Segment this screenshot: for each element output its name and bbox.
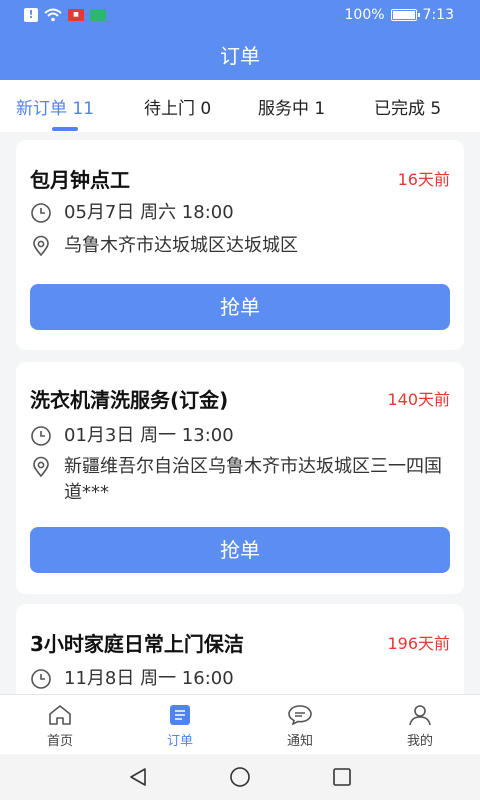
order-card[interactable]: 包月钟点工 16天前 05月7日 周六 18:00 乌鲁木齐市达坂城区达坂城区 … [16,140,464,350]
grab-order-button[interactable]: 抢单 [30,527,450,573]
order-address-row: 乌鲁木齐市达坂城区达坂城区 [30,233,450,259]
system-navigation-bar [0,754,480,800]
tab-pending-visit[interactable]: 待上门 0 [144,94,211,119]
order-time-row: 01月3日 周一 13:00 [30,423,450,449]
order-time: 11月8日 周一 16:00 [64,668,234,689]
order-time-ago: 140天前 [387,390,450,409]
tab-completed[interactable]: 已完成 5 [374,94,441,119]
bottom-navigation: 首页 订单 通知 我的 [0,694,480,754]
location-pin-icon [33,456,49,478]
order-list[interactable]: 包月钟点工 16天前 05月7日 周六 18:00 乌鲁木齐市达坂城区达坂城区 … [0,132,480,694]
clock-icon [31,426,51,446]
status-bar: ! ■ 100% 7:13 [0,0,480,32]
order-title: 包月钟点工 [30,168,130,192]
battery-percentage: 100% [344,7,385,23]
order-address-row: 新疆维吾尔自治区乌鲁木齐市达坂城区三一四国道*** [30,454,450,506]
app-notification-icon: ■ [68,9,84,21]
chat-bubble-icon [288,705,312,726]
battery-level [392,11,415,19]
order-card[interactable]: 3小时家庭日常上门保洁 196天前 11月8日 周一 16:00 [16,604,464,694]
order-title: 洗衣机清洗服务(订金) [30,388,229,412]
order-time-row: 11月8日 周一 16:00 [30,666,450,692]
order-time-row: 05月7日 周六 18:00 [30,200,450,226]
tab-new-orders[interactable]: 新订单 11 [16,94,94,119]
home-icon [49,705,71,725]
nav-home[interactable]: 首页 [20,703,100,749]
order-address: 新疆维吾尔自治区乌鲁木齐市达坂城区三一四国道*** [64,456,442,503]
clock: 7:13 [422,7,454,23]
active-tab-indicator [52,127,78,131]
nav-notifications-label: 通知 [286,734,313,749]
battery-icon [390,9,420,21]
nav-profile[interactable]: 我的 [380,703,460,749]
nav-notifications[interactable]: 通知 [260,703,340,749]
page-title: 订单 [0,32,480,80]
wifi-icon [44,8,62,22]
nav-orders[interactable]: 订单 [140,703,220,749]
orders-icon [170,705,190,725]
recent-apps-icon[interactable] [331,766,353,788]
green-app-icon [90,9,106,21]
nav-orders-label: 订单 [166,734,193,749]
nav-home-label: 首页 [46,734,73,749]
order-address: 乌鲁木齐市达坂城区达坂城区 [64,235,298,256]
order-tabs: 新订单 11 待上门 0 服务中 1 已完成 5 [0,80,480,132]
home-circle-icon[interactable] [228,766,252,788]
grab-order-button[interactable]: 抢单 [30,284,450,330]
order-time: 01月3日 周一 13:00 [64,425,234,446]
location-pin-icon [33,235,49,257]
order-time-ago: 196天前 [387,634,450,653]
clock-icon [31,203,51,223]
alert-icon: ! [24,8,38,22]
order-card[interactable]: 洗衣机清洗服务(订金) 140天前 01月3日 周一 13:00 新疆维吾尔自治… [16,362,464,594]
order-title: 3小时家庭日常上门保洁 [30,632,244,656]
back-icon[interactable] [127,766,149,788]
tab-in-service[interactable]: 服务中 1 [258,94,325,119]
order-time-ago: 16天前 [397,170,450,189]
order-time: 05月7日 周六 18:00 [64,202,234,223]
profile-icon [409,705,431,726]
nav-profile-label: 我的 [406,734,433,749]
clock-icon [31,669,51,689]
